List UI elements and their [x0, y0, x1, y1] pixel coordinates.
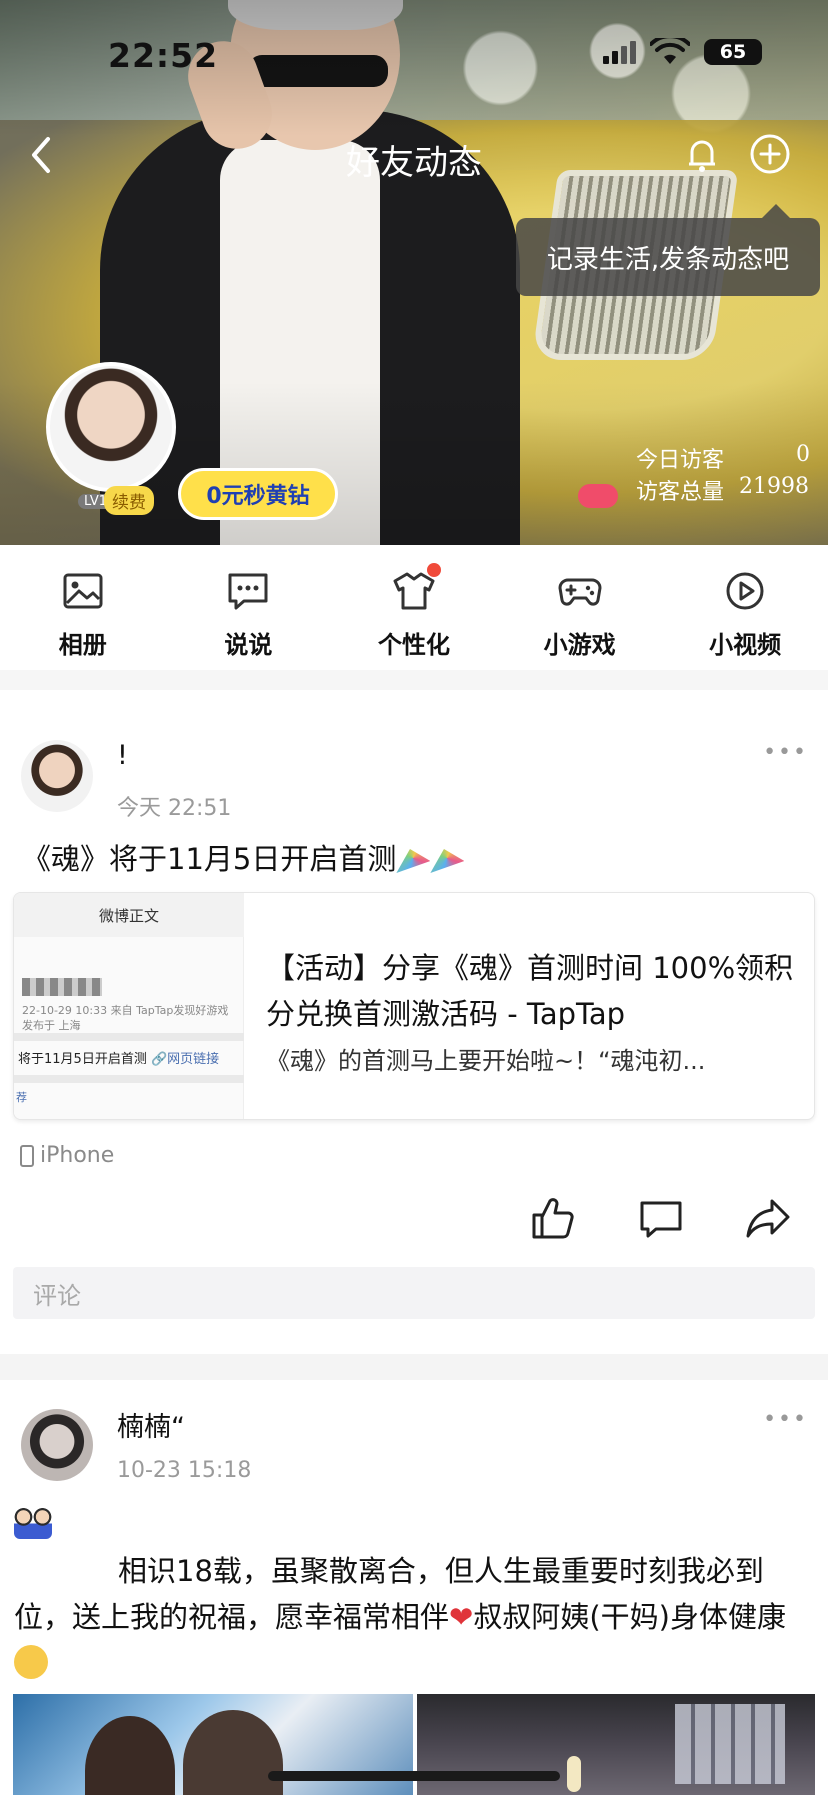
wifi-icon	[650, 38, 690, 64]
add-post-icon[interactable]	[748, 132, 792, 176]
more-options-icon[interactable]: •••	[763, 1407, 808, 1432]
quick-actions: 相册 说说 个性化 小游戏 小视频	[0, 545, 828, 670]
post-time: 10-23 15:18	[117, 1458, 252, 1483]
post-hint-tooltip[interactable]: 记录生活,发条动态吧	[516, 204, 820, 296]
visitors-total-label: 访客总量	[636, 480, 725, 505]
home-indicator[interactable]	[268, 1771, 560, 1781]
chat-bubble-icon	[228, 573, 268, 610]
visitors-today[interactable]: 今日访客 0	[636, 442, 810, 474]
phone-icon	[20, 1144, 34, 1167]
comment-icon[interactable]	[638, 1193, 684, 1243]
action-personalize-label: 个性化	[377, 631, 450, 659]
battery-indicator: 65	[704, 39, 762, 65]
signal-icon	[603, 40, 636, 64]
play-circle-icon	[726, 572, 764, 610]
action-videos-label: 小视频	[709, 631, 782, 659]
couple-emoji	[14, 1505, 52, 1539]
device-name: iPhone	[40, 1143, 115, 1168]
notification-pill	[578, 484, 618, 508]
vip-promo-button[interactable]: 0元秒黄钻	[178, 468, 338, 520]
action-personalize[interactable]: 个性化	[331, 545, 497, 670]
gamepad-icon	[558, 578, 602, 606]
party-popper-emoji	[396, 849, 431, 873]
image-icon	[63, 573, 103, 609]
thumb-text-body: 将于11月5日开启首测	[18, 1052, 147, 1067]
visitors-total-count: 21998	[739, 474, 809, 499]
heart-emoji: ❤	[449, 1600, 474, 1634]
action-album-label: 相册	[58, 631, 107, 659]
thumb-text: 将于11月5日开启首测 🔗网页链接	[18, 1048, 219, 1067]
thumb-redacted	[22, 978, 102, 996]
party-popper-emoji	[430, 849, 465, 873]
thumb-meta-line: 发布于 上海	[22, 1019, 81, 1032]
post-text-body: 叔叔阿姨(干妈)身体健康	[473, 1600, 786, 1634]
action-album[interactable]: 相册	[0, 545, 166, 670]
post-author-avatar[interactable]	[21, 740, 93, 812]
section-divider	[0, 670, 828, 690]
visitors-today-count: 0	[796, 442, 810, 467]
post-author-name[interactable]: !	[117, 740, 128, 771]
post-author-name[interactable]: 楠楠“	[117, 1405, 185, 1444]
link-thumbnail: 微博正文 22-10-29 10:33 来自 TapTap发现好游戏 发布于 上…	[14, 893, 244, 1119]
post-text-body: 《魂》将于11月5日开启首测	[22, 842, 397, 876]
thumb-link: 🔗网页链接	[150, 1052, 220, 1067]
visitors-today-label: 今日访客	[636, 448, 725, 473]
action-minigames[interactable]: 小游戏	[497, 545, 663, 670]
thumb-meta-line: 22-10-29 10:33 来自 TapTap发现好游戏	[22, 1004, 229, 1017]
action-videos[interactable]: 小视频	[662, 545, 828, 670]
like-icon[interactable]	[530, 1193, 576, 1243]
status-time: 22:52	[108, 36, 219, 75]
post-text: 《魂》将于11月5日开启首测	[22, 836, 465, 878]
action-minigames-label: 小游戏	[543, 631, 616, 659]
comment-input[interactable]: 评论	[13, 1267, 815, 1319]
bell-icon[interactable]	[680, 132, 724, 176]
post-text: 相识18载，虽聚散离合，但人生最重要时刻我必到位，送上我的祝福，愿幸福常相伴❤叔…	[14, 1548, 818, 1686]
renew-badge[interactable]: 续费	[104, 486, 154, 515]
more-options-icon[interactable]: •••	[763, 740, 808, 765]
link-description: 《魂》的首测马上要开始啦~！“魂沌初...	[266, 1047, 706, 1075]
thumb-footer: 荐	[16, 1091, 27, 1104]
status-icons: 65	[603, 38, 762, 66]
new-badge-dot	[427, 563, 442, 577]
shared-link-card[interactable]: 微博正文 22-10-29 10:33 来自 TapTap发现好游戏 发布于 上…	[13, 892, 815, 1120]
section-divider	[0, 1354, 828, 1380]
action-shuoshuo[interactable]: 说说	[166, 545, 332, 670]
visitors-total[interactable]: 访客总量 21998	[636, 474, 809, 506]
thumb-meta: 22-10-29 10:33 来自 TapTap发现好游戏 发布于 上海	[22, 1003, 228, 1033]
smile-emoji	[14, 1645, 48, 1679]
thumb-header: 微博正文	[14, 893, 244, 937]
link-title: 【活动】分享《魂》首测时间 100%领积分兑换首测激活码 - TapTap	[266, 951, 794, 1031]
user-avatar[interactable]	[46, 362, 176, 492]
share-icon[interactable]	[744, 1193, 792, 1243]
post-time: 今天 22:51	[117, 796, 232, 821]
post-device: iPhone	[20, 1143, 114, 1168]
action-shuoshuo-label: 说说	[224, 631, 273, 659]
post-author-avatar[interactable]	[21, 1409, 93, 1481]
thumb-link-text: 网页链接	[167, 1052, 220, 1067]
